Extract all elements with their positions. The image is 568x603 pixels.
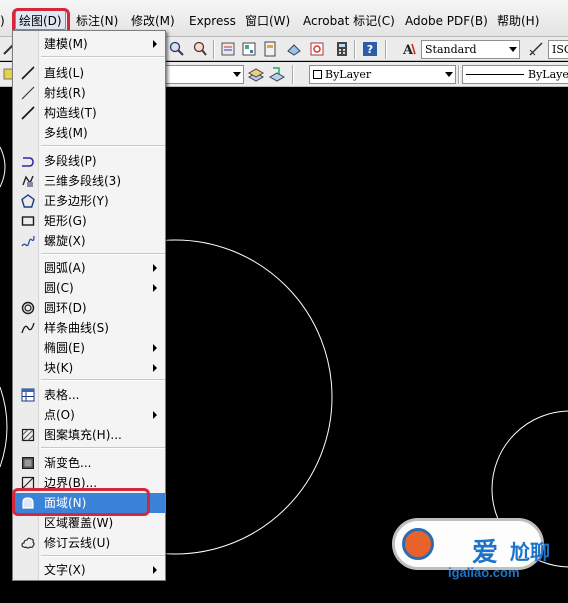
chevron-down-icon — [445, 72, 453, 77]
markup-set-icon[interactable] — [308, 40, 325, 57]
ray-icon — [20, 85, 36, 101]
dim-style-icon[interactable] — [527, 40, 544, 57]
menu-item-3dpoly[interactable]: 三维多段线(3) — [14, 171, 165, 191]
menu-express[interactable]: Express — [186, 11, 239, 31]
zoom-realtime-icon[interactable] — [168, 40, 185, 57]
sheet-set-icon[interactable] — [285, 40, 302, 57]
watermark-main-text-2: 尬聊 — [510, 540, 550, 564]
gradient-icon — [20, 455, 36, 471]
line-icon — [20, 65, 36, 81]
3d-polyline-icon — [20, 173, 36, 189]
menu-item-line[interactable]: 直线(L) — [14, 63, 165, 83]
menu-item-text[interactable]: 文字(X) — [14, 560, 165, 580]
layer-previous-icon[interactable] — [268, 65, 285, 82]
submenu-arrow-icon — [153, 284, 157, 292]
make-object-layer-current-icon[interactable] — [247, 65, 264, 82]
rectangle-icon — [20, 213, 36, 229]
spline-icon — [20, 320, 36, 336]
hatch-icon — [20, 427, 36, 443]
donut-icon — [20, 300, 36, 316]
menu-item-xline[interactable]: 构造线(T) — [14, 103, 165, 123]
menu-window[interactable]: 窗口(W) — [242, 11, 293, 31]
menu-item-point[interactable]: 点(O) — [14, 405, 165, 425]
submenu-arrow-icon — [153, 264, 157, 272]
submenu-arrow-icon — [153, 40, 157, 48]
zoom-previous-icon[interactable] — [191, 40, 208, 57]
design-center-icon[interactable] — [240, 40, 257, 57]
text-style-combo[interactable]: Standard — [421, 40, 520, 59]
watermark-circle — [402, 528, 434, 560]
watermark-main-text: 爱 — [472, 538, 499, 568]
menu-item-rectangle[interactable]: 矩形(G) — [14, 211, 165, 231]
menu-item-hatch[interactable]: 图案填充(H)... — [14, 425, 165, 445]
menu-item-ellipse[interactable]: 椭圆(E) — [14, 338, 165, 358]
color-swatch — [313, 70, 322, 79]
menu-item-polyline[interactable]: 多段线(P) — [14, 151, 165, 171]
tool-palettes-icon[interactable] — [261, 40, 278, 57]
helix-icon — [20, 233, 36, 249]
dim-style-combo[interactable]: ISO — [548, 40, 568, 59]
table-icon — [20, 387, 36, 403]
menu-item-block[interactable]: 块(K) — [14, 358, 165, 378]
menu-item-revcloud[interactable]: 修订云线(U) — [14, 533, 165, 553]
submenu-arrow-icon — [153, 566, 157, 574]
menu-item-table[interactable]: 表格... — [14, 385, 165, 405]
menu-modify[interactable]: 修改(M) — [128, 11, 178, 31]
menu-adobe-pdf[interactable]: Adobe PDF(B) — [402, 11, 491, 31]
revision-cloud-icon — [20, 535, 36, 551]
color-control-combo[interactable]: ByLayer — [309, 65, 456, 84]
menu-dimension[interactable]: 标注(N) — [73, 11, 121, 31]
menu-item-modeling[interactable]: 建模(M) — [14, 34, 165, 54]
chevron-down-icon — [233, 72, 241, 77]
construction-line-icon — [20, 105, 36, 121]
layer-combo[interactable] — [164, 65, 244, 84]
help-icon[interactable]: ? — [361, 40, 378, 57]
menu-item-gradient[interactable]: 渐变色... — [14, 453, 165, 473]
menu-item-mline[interactable]: 多线(M) — [14, 123, 165, 143]
watermark-url: igaliao.com — [448, 565, 520, 580]
properties-icon[interactable] — [219, 40, 236, 57]
menu-item-ray[interactable]: 射线(R) — [14, 83, 165, 103]
menu-item-polygon[interactable]: 正多边形(Y) — [14, 191, 165, 211]
menu-item-spline[interactable]: 样条曲线(S) — [14, 318, 165, 338]
svg-text:?: ? — [366, 43, 372, 56]
menu-view-partial[interactable]: ) — [0, 11, 8, 31]
menu-item-circle[interactable]: 圆(C) — [14, 278, 165, 298]
menu-acrobat-markup[interactable]: Acrobat 标记(C) — [300, 11, 398, 31]
submenu-arrow-icon — [153, 344, 157, 352]
highlight-annotation-region — [12, 488, 150, 516]
menu-item-wipeout[interactable]: 区域覆盖(W) — [14, 513, 165, 533]
menu-help[interactable]: 帮助(H) — [494, 11, 542, 31]
submenu-arrow-icon — [153, 364, 157, 372]
submenu-arrow-icon — [153, 411, 157, 419]
linetype-control-combo[interactable]: ByLayer — [462, 65, 568, 84]
menu-item-donut[interactable]: 圆环(D) — [14, 298, 165, 318]
menu-item-helix[interactable]: 螺旋(X) — [14, 231, 165, 251]
text-style-icon[interactable]: A — [400, 40, 417, 57]
polyline-icon — [20, 153, 36, 169]
polygon-icon — [20, 193, 36, 209]
chevron-down-icon — [509, 47, 517, 52]
linetype-sample — [466, 74, 524, 75]
quickcalc-icon[interactable] — [333, 40, 350, 57]
menu-item-arc[interactable]: 圆弧(A) — [14, 258, 165, 278]
